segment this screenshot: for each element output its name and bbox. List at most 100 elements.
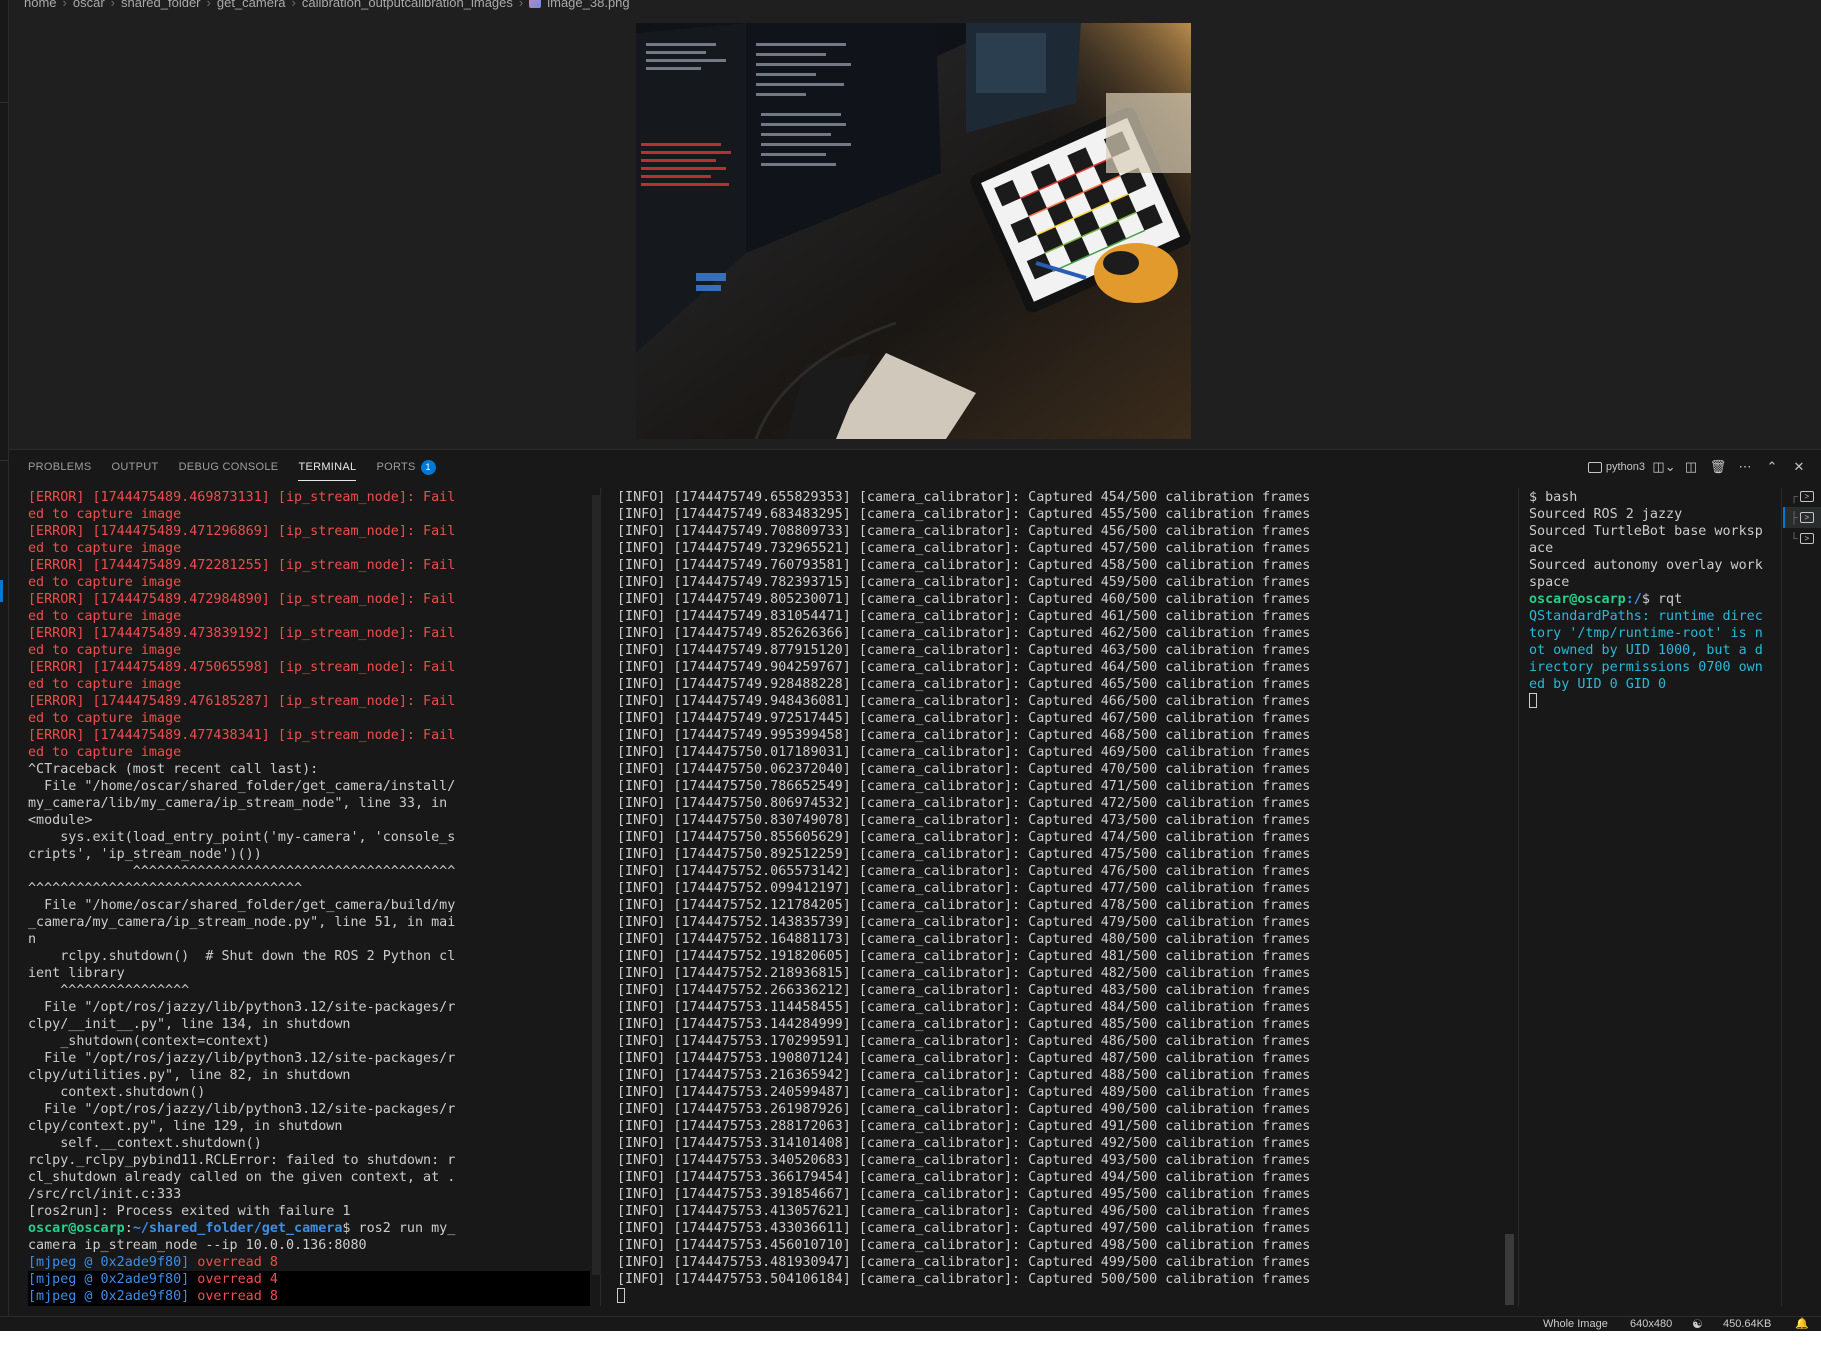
terminal-pane-right[interactable]: $ bash Sourced ROS 2 jazzy Sourced TurtleB…	[1529, 489, 1779, 1306]
tab-problems[interactable]: PROBLEMS	[28, 450, 92, 484]
traceback-line: File "/opt/ros/jazzy/lib/python3.12/site…	[28, 1051, 456, 1066]
tab-debug-console[interactable]: DEBUG CONSOLE	[179, 450, 279, 484]
terminal-cursor	[1529, 693, 1537, 708]
terminal-icon: >	[1799, 533, 1814, 544]
terminal-list-item[interactable]: ┌ >	[1783, 486, 1821, 507]
breadcrumb-item[interactable]: home	[24, 0, 57, 10]
chevron-right-icon: ›	[518, 0, 524, 10]
info-line: [INFO] [1744475753.456010710] [camera_ca…	[617, 1238, 1311, 1253]
terminal-cursor	[617, 1288, 625, 1303]
terminal-pane-middle[interactable]: [INFO] [1744475749.655829353] [camera_ca…	[617, 489, 1503, 1306]
terminal-list: ┌ > ├ > └ >	[1783, 486, 1821, 549]
tab-ports[interactable]: PORTS 1	[376, 450, 436, 484]
error-line: [ERROR] [1744475489.473839192] [ip_strea…	[28, 626, 456, 641]
scrollbar[interactable]	[592, 495, 601, 1275]
scrollbar-thumb[interactable]	[1505, 1234, 1514, 1305]
copilot-icon[interactable]: ☯	[1692, 1317, 1703, 1332]
terminal-line: space	[1529, 575, 1570, 590]
bottom-panel: PROBLEMS OUTPUT DEBUG CONSOLE TERMINAL PORTS…	[9, 449, 1821, 1316]
traceback-line: cl_shutdown already called on the given …	[28, 1170, 456, 1185]
traceback-line: sys.exit(load_entry_point('my-camera', '…	[28, 830, 456, 845]
tab-label: PORTS	[376, 461, 416, 473]
file-size: 450.64KB	[1723, 1318, 1772, 1330]
traceback-line: /src/rcl/init.c:333	[28, 1187, 182, 1202]
tab-terminal[interactable]: TERMINAL	[298, 450, 357, 484]
info-line: [INFO] [1744475752.065573142] [camera_ca…	[617, 864, 1311, 879]
terminal-icon: >	[1799, 491, 1814, 502]
traceback-line: ^^^^^^^^^^^^^^^^	[28, 983, 190, 998]
error-line: ed to capture image	[28, 609, 182, 624]
error-line: ed to capture image	[28, 541, 182, 556]
prompt-line: camera ip_stream_node --ip 10.0.0.136:80…	[28, 1237, 590, 1254]
breadcrumb-item[interactable]: get_camera	[217, 0, 286, 10]
prompt-segment: camera ip_stream_node --ip 10.0.0.136:80…	[28, 1238, 367, 1253]
active-indicator	[0, 580, 3, 602]
terminal-selector[interactable]: python3	[1587, 461, 1645, 473]
tab-output[interactable]: OUTPUT	[112, 450, 159, 484]
breadcrumb-item[interactable]: shared_folder	[121, 0, 201, 10]
terminal-pane-left[interactable]: [ERROR] [1744475489.469873131] [ip_strea…	[28, 489, 590, 1306]
chevron-right-icon: ›	[62, 0, 67, 10]
error-line: ed to capture image	[28, 677, 182, 692]
info-line: [INFO] [1744475749.877915120] [camera_ca…	[617, 643, 1311, 658]
info-line: [INFO] [1744475752.099412197] [camera_ca…	[617, 881, 1311, 896]
terminal-line: $ bash	[1529, 490, 1578, 505]
warning-line: ed by UID 0 GID 0	[1529, 677, 1667, 692]
info-line: [INFO] [1744475753.340520683] [camera_ca…	[617, 1153, 1311, 1168]
traceback-line: clpy/utilities.py", line 82, in shutdown	[28, 1068, 351, 1083]
info-line: [INFO] [1744475750.830749078] [camera_ca…	[617, 813, 1311, 828]
traceback-line: _shutdown(context=context)	[28, 1034, 270, 1049]
info-line: [INFO] [1744475750.855605629] [camera_ca…	[617, 830, 1311, 845]
traceback-line: File "/home/oscar/shared_folder/get_came…	[28, 779, 456, 794]
chevron-right-icon: ›	[291, 0, 296, 10]
info-line: [INFO] [1744475750.786652549] [camera_ca…	[617, 779, 1311, 794]
mjpeg-message: overread 8	[189, 1289, 278, 1304]
info-line: [INFO] [1744475749.852626366] [camera_ca…	[617, 626, 1311, 641]
terminal-list-item[interactable]: └ >	[1783, 528, 1821, 549]
error-line: ed to capture image	[28, 711, 182, 726]
close-panel-icon[interactable]: ✕	[1791, 459, 1807, 475]
breadcrumb-item[interactable]: image_38.png	[547, 0, 629, 10]
maximize-panel-icon[interactable]: ⌃	[1764, 459, 1780, 475]
traceback-line: rclpy.shutdown() # Shut down the ROS 2 P…	[28, 949, 456, 964]
traceback-line: self.__context.shutdown()	[28, 1136, 262, 1151]
notifications-bell-icon[interactable]: 🔔	[1795, 1317, 1809, 1332]
info-line: [INFO] [1744475752.191820605] [camera_ca…	[617, 949, 1311, 964]
info-line: [INFO] [1744475750.062372040] [camera_ca…	[617, 762, 1311, 777]
info-line: [INFO] [1744475749.708809733] [camera_ca…	[617, 524, 1311, 539]
info-line: [INFO] [1744475752.218936815] [camera_ca…	[617, 966, 1311, 981]
traceback-line: ient library	[28, 966, 125, 981]
breadcrumb-item[interactable]: calibration_outputcalibration_images	[302, 0, 513, 10]
zoom-mode[interactable]: Whole Image	[1543, 1317, 1608, 1332]
breadcrumb-item[interactable]: oscar	[73, 0, 105, 10]
more-actions-icon[interactable]: ⋯	[1737, 459, 1753, 475]
error-line: [ERROR] [1744475489.471296869] [ip_strea…	[28, 524, 456, 539]
info-line: [INFO] [1744475752.164881173] [camera_ca…	[617, 932, 1311, 947]
trash-icon[interactable]: 🗑	[1710, 459, 1727, 475]
info-line: [INFO] [1744475749.948436081] [camera_ca…	[617, 694, 1311, 709]
info-line: [INFO] [1744475753.366179454] [camera_ca…	[617, 1170, 1311, 1185]
error-line: ed to capture image	[28, 643, 182, 658]
prompt-segment: ~/shared_folder/get_camera	[132, 1221, 343, 1236]
prompt-segment: :	[124, 1221, 133, 1236]
mjpeg-line: [mjpeg @ 0x2ade9f80] overread 8	[28, 1288, 590, 1305]
info-line: [INFO] [1744475752.143835739] [camera_ca…	[617, 915, 1311, 930]
pane-divider[interactable]	[1518, 488, 1519, 1306]
traceback-line: File "/opt/ros/jazzy/lib/python3.12/site…	[28, 1102, 456, 1117]
mjpeg-line: [mjpeg @ 0x2ade9f80] overread 4	[28, 1271, 590, 1288]
traceback-line: ^^^^^^^^^^^^^^^^^^^^^^^^^^^^^^^^^^^^^^^^	[28, 864, 456, 879]
mjpeg-source: [mjpeg @ 0x2ade9f80]	[28, 1272, 190, 1287]
info-line: [INFO] [1744475750.806974532] [camera_ca…	[617, 796, 1311, 811]
traceback-line: <module>	[28, 813, 93, 828]
traceback-line: File "/home/oscar/shared_folder/get_came…	[28, 898, 456, 913]
warning-line: QStandardPaths: runtime direc	[1529, 609, 1763, 624]
traceback-line: cripts', 'ip_stream_node')())	[28, 847, 262, 862]
terminal-list-item[interactable]: ├ >	[1783, 507, 1821, 528]
info-line: [INFO] [1744475753.261987926] [camera_ca…	[617, 1102, 1311, 1117]
terminal-line: Sourced autonomy overlay work	[1529, 558, 1763, 573]
prompt-user: oscar@oscarp	[1529, 592, 1626, 607]
ports-count-badge: 1	[420, 459, 436, 475]
new-terminal-dropdown-icon[interactable]: ◫⌄	[1652, 459, 1675, 475]
error-line: ed to capture image	[28, 575, 182, 590]
split-terminal-icon[interactable]: ◫	[1683, 459, 1699, 475]
